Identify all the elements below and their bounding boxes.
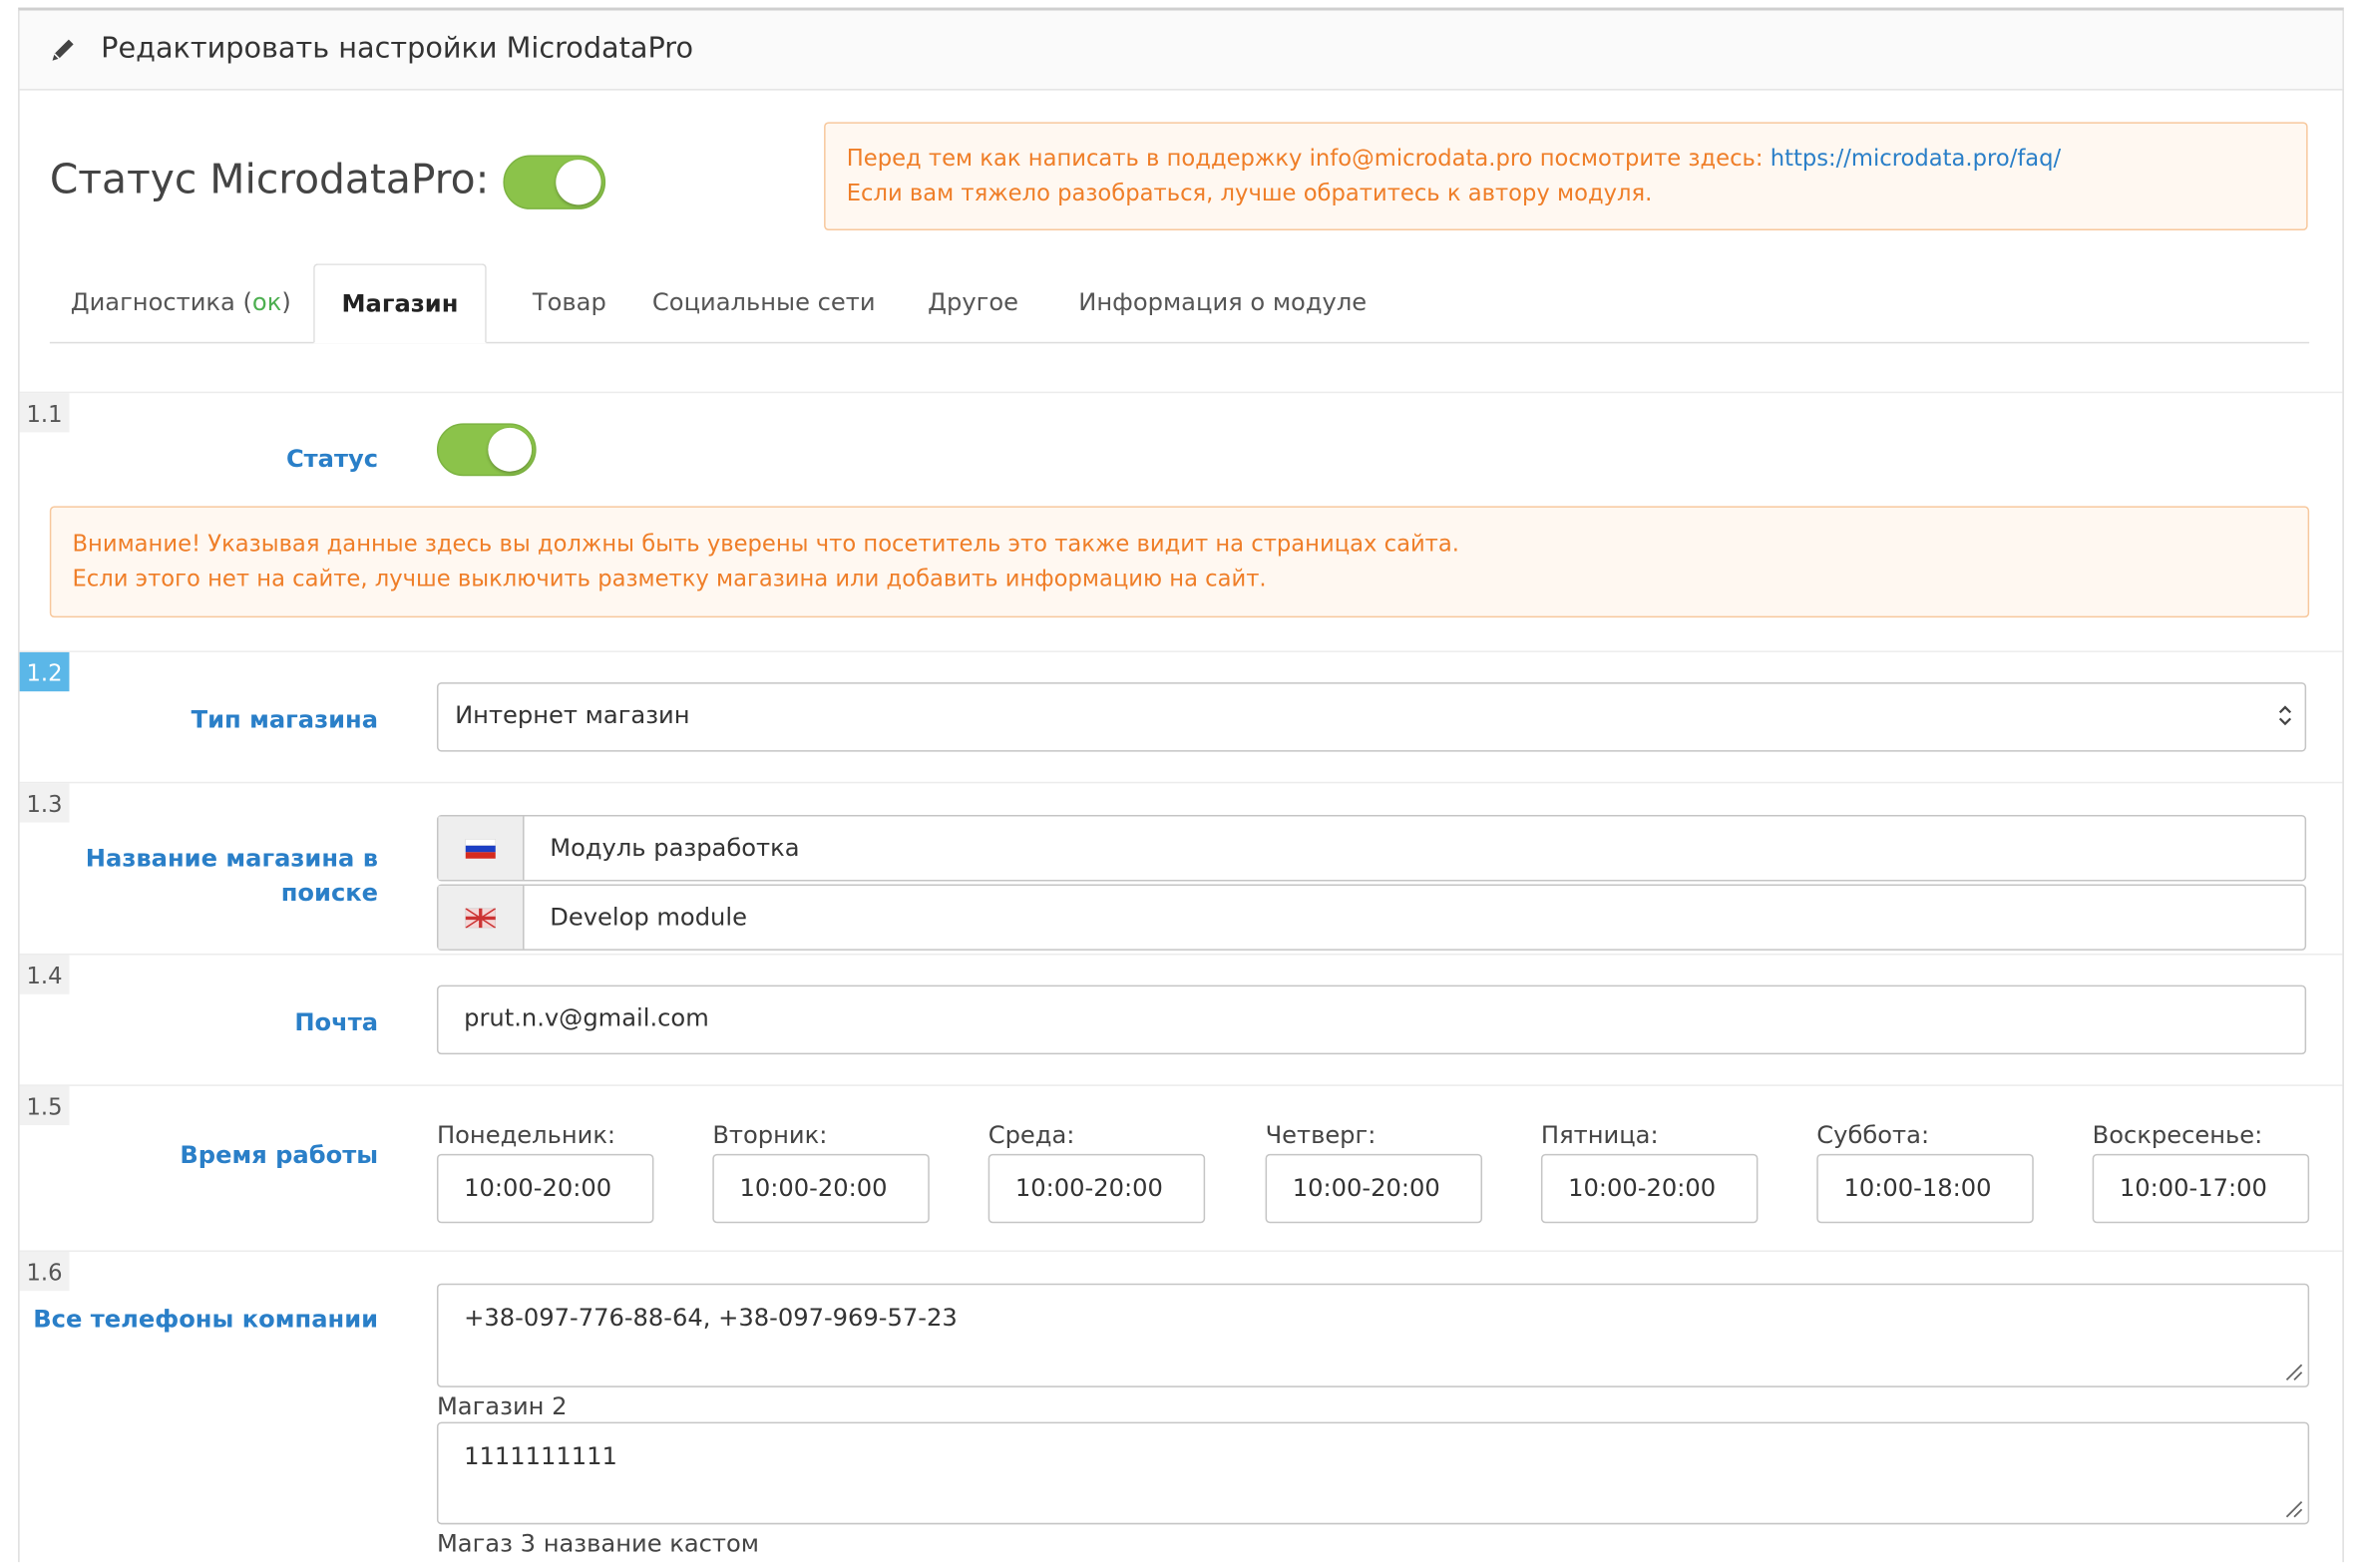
warning-line-2: Если этого нет на сайте, лучше выключить…: [72, 565, 1267, 592]
phones-textarea[interactable]: +38-097-776-88-64, +38-097-969-57-23: [436, 1283, 2310, 1387]
working-hours-label: Время работы: [180, 1140, 379, 1169]
hours-input-saturday[interactable]: 10:00-18:00: [1816, 1153, 2034, 1224]
support-alert-line2: Если вам тяжело разобраться, лучше обрат…: [846, 179, 1653, 206]
shop-name-en-input[interactable]: Develop module: [436, 884, 2307, 951]
section-1-1: 1.1 Статус Внимание! Указывая данные зде…: [19, 391, 2343, 652]
support-alert-text: Перед тем как написать в поддержку info@…: [846, 144, 1771, 173]
module-status-label: Статус MicrodataPro:: [49, 157, 490, 203]
toggle-knob: [556, 160, 601, 205]
resize-handle-icon[interactable]: [2285, 1500, 2303, 1518]
faq-link[interactable]: https://microdata.pro/faq/: [1771, 145, 2061, 172]
shop-type-value: Интернет магазин: [455, 700, 690, 729]
section-number: 1.6: [19, 1251, 70, 1292]
en-flag-icon: [465, 908, 496, 929]
section-1-4: 1.4 Почта prut.n.v@gmail.com: [19, 953, 2343, 1086]
hours-input-wednesday[interactable]: 10:00-20:00: [987, 1153, 1206, 1224]
section-number: 1.3: [19, 783, 70, 823]
tab-social-networks[interactable]: Социальные сети: [652, 263, 876, 340]
day-label-monday: Понедельник:: [436, 1120, 616, 1150]
shop-type-label: Тип магазина: [191, 704, 379, 734]
day-label-wednesday: Среда:: [987, 1120, 1075, 1150]
select-updown-icon: [2278, 705, 2292, 726]
tab-module-info[interactable]: Информация о модуле: [1078, 263, 1367, 340]
pencil-icon: [52, 39, 74, 61]
status-label: Статус: [285, 444, 379, 474]
section-1-3: 1.3 Название магазина в поиске Модуль ра…: [19, 781, 2343, 956]
settings-tabs: Диагностика (ок) Магазин Товар Социальны…: [49, 263, 2310, 344]
day-label-thursday: Четверг:: [1265, 1120, 1377, 1150]
shop2-value: 1111111111: [464, 1441, 617, 1470]
warning-line-1: Внимание! Указывая данные здесь вы должн…: [72, 530, 1459, 558]
warning-alert: Внимание! Указывая данные здесь вы должн…: [49, 506, 2310, 618]
tab-other[interactable]: Другое: [913, 263, 1033, 340]
shop-type-select[interactable]: Интернет магазин: [436, 682, 2307, 752]
toggle-knob: [488, 427, 533, 472]
diagnostics-ok-status: ок: [251, 287, 282, 317]
shop2-textarea[interactable]: 1111111111: [436, 1421, 2310, 1525]
day-label-tuesday: Вторник:: [712, 1120, 828, 1150]
shop-name-ru-input[interactable]: Модуль разработка: [436, 815, 2307, 882]
section-1-5: 1.5 Время работы Понедельник: 10:00-20:0…: [19, 1084, 2343, 1252]
hours-input-monday[interactable]: 10:00-20:00: [436, 1153, 654, 1224]
hours-input-tuesday[interactable]: 10:00-20:00: [712, 1153, 930, 1224]
tab-product[interactable]: Товар: [499, 263, 640, 340]
shop2-label: Магазин 2: [436, 1391, 568, 1421]
section-number: 1.1: [19, 393, 70, 433]
panel-heading: Редактировать настройки MicrodataPro: [19, 10, 2343, 91]
section-number: 1.4: [19, 955, 70, 994]
phones-value: +38-097-776-88-64, +38-097-969-57-23: [464, 1303, 958, 1333]
shop-status-toggle[interactable]: [436, 423, 537, 477]
module-status-toggle[interactable]: [503, 155, 606, 209]
phones-label: Все телефоны компании: [33, 1304, 379, 1334]
ru-flag-icon: [465, 839, 496, 859]
tab-diagnostics[interactable]: Диагностика (ок): [50, 263, 312, 340]
section-1-6: 1.6 Все телефоны компании +38-097-776-88…: [19, 1250, 2343, 1568]
hours-input-friday[interactable]: 10:00-20:00: [1540, 1153, 1759, 1224]
email-value: prut.n.v@gmail.com: [464, 1002, 709, 1032]
hours-input-sunday[interactable]: 10:00-17:00: [2092, 1153, 2310, 1224]
section-number: 1.5: [19, 1085, 70, 1126]
section-1-2: 1.2 Тип магазина Интернет магазин: [19, 650, 2343, 783]
section-number: 1.2: [19, 651, 70, 692]
settings-panel: Редактировать настройки MicrodataPro Ста…: [18, 7, 2344, 1563]
hours-input-thursday[interactable]: 10:00-20:00: [1265, 1153, 1483, 1224]
shop-name-label: Название магазина в поиске: [85, 843, 379, 908]
day-label-sunday: Воскресенье:: [2092, 1120, 2263, 1150]
shop-name-en-value: Develop module: [550, 902, 747, 932]
en-flag-addon: [438, 885, 525, 950]
shop-name-ru-value: Модуль разработка: [550, 833, 800, 862]
resize-handle-icon[interactable]: [2285, 1364, 2303, 1381]
day-label-friday: Пятница:: [1540, 1120, 1659, 1150]
ru-flag-addon: [438, 816, 525, 880]
shop3-label: Магаз 3 название кастом: [436, 1528, 760, 1558]
email-input[interactable]: prut.n.v@gmail.com: [436, 984, 2307, 1055]
page-title: Редактировать настройки MicrodataPro: [101, 31, 693, 65]
support-alert: Перед тем как написать в поддержку info@…: [824, 122, 2308, 231]
day-label-saturday: Суббота:: [1816, 1120, 1930, 1150]
email-label: Почта: [294, 1007, 379, 1037]
tab-shop[interactable]: Магазин: [313, 263, 487, 344]
